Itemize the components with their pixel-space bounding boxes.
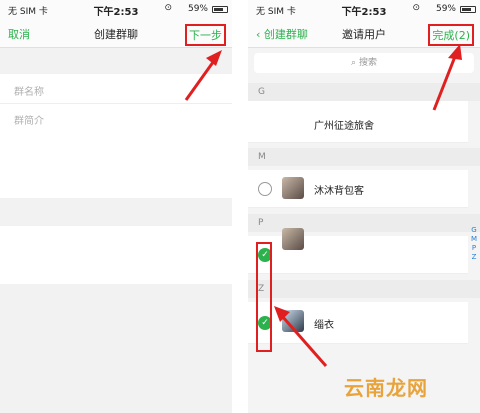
search-placeholder: 搜索 <box>358 58 377 68</box>
contact-row[interactable]: ✓ 缁衣 <box>248 302 468 344</box>
alphabet-index[interactable]: G M P Z <box>470 226 478 262</box>
rotation-lock-icon: ⊙ <box>412 3 420 13</box>
status-bar: 无 SIM 卡 下午2:53 ⊙ 59% <box>248 0 480 18</box>
index-letter[interactable]: G <box>470 226 478 235</box>
contact-name: 沐沐背包客 <box>314 186 364 197</box>
group-name-field[interactable]: 群名称 <box>0 74 232 104</box>
contact-name: 缁衣 <box>314 320 334 331</box>
done-button[interactable]: 完成(2) <box>428 24 474 46</box>
rotation-lock-icon: ⊙ <box>164 3 172 13</box>
search-input[interactable]: ⌕ 搜索 <box>254 53 474 73</box>
highlight-box <box>256 242 272 352</box>
invite-users-screen: 无 SIM 卡 下午2:53 ⊙ 59% ‹ 创建群聊 邀请用户 完成(2) ⌕… <box>248 0 480 413</box>
index-letter[interactable]: P <box>470 244 478 253</box>
section-header-m: M <box>248 148 480 166</box>
battery-icon <box>212 6 228 13</box>
create-group-screen: 无 SIM 卡 下午2:53 ⊙ 59% 取消 创建群聊 下一步 群名称 群简介 <box>0 0 232 413</box>
settings-row[interactable] <box>0 226 232 284</box>
index-letter[interactable]: M <box>470 235 478 244</box>
group-name-placeholder: 群名称 <box>14 87 44 98</box>
search-icon: ⌕ <box>351 58 359 68</box>
battery-percent: 59% <box>187 4 208 14</box>
avatar <box>282 310 304 332</box>
contact-row[interactable]: 广州征途旅舍 <box>248 101 468 143</box>
battery-icon <box>460 6 476 13</box>
contact-row[interactable]: 沐沐背包客 <box>248 170 468 208</box>
contact-row[interactable]: ✓ <box>248 228 468 274</box>
section-header-g: G <box>248 83 480 101</box>
group-intro-field[interactable]: 群简介 <box>0 104 232 198</box>
contact-name: 广州征途旅舍 <box>314 121 374 132</box>
avatar <box>282 177 304 199</box>
status-bar: 无 SIM 卡 下午2:53 ⊙ 59% <box>0 0 232 18</box>
nav-bar: 取消 创建群聊 下一步 <box>0 18 232 48</box>
nav-bar: ‹ 创建群聊 邀请用户 完成(2) <box>248 18 480 48</box>
battery-percent: 59% <box>435 4 456 14</box>
index-letter[interactable]: Z <box>470 253 478 262</box>
avatar <box>282 228 304 250</box>
next-step-button[interactable]: 下一步 <box>185 24 226 46</box>
group-intro-placeholder: 群简介 <box>14 116 44 127</box>
section-header-z: Z <box>248 280 480 298</box>
watermark-logo: 云南龙网 <box>344 376 428 400</box>
unselected-radio-icon[interactable] <box>258 182 272 196</box>
